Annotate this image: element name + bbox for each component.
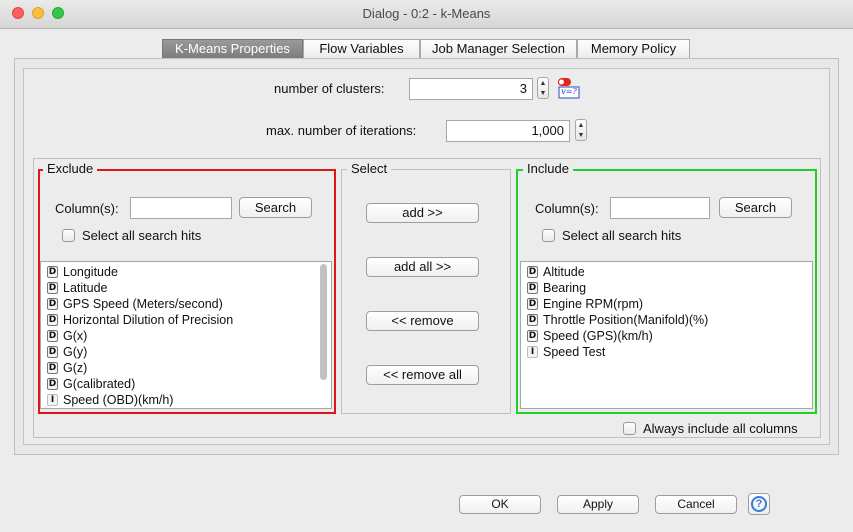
- list-item[interactable]: D Horizontal Dilution of Precision: [41, 312, 331, 328]
- double-type-icon: D: [527, 314, 538, 326]
- include-select-all-label: Select all search hits: [562, 228, 682, 243]
- iterations-label: max. number of iterations:: [266, 123, 417, 138]
- add-all-button[interactable]: add all >>: [366, 257, 479, 277]
- list-item-label: Throttle Position(Manifold)(%): [543, 313, 709, 327]
- remove-button[interactable]: << remove: [366, 311, 479, 331]
- double-type-icon: D: [47, 266, 58, 278]
- include-columns-label: Column(s):: [535, 201, 599, 216]
- clusters-spinner[interactable]: ▲ ▼: [537, 77, 549, 99]
- ok-button[interactable]: OK: [459, 495, 541, 514]
- flow-variable-button[interactable]: v=?: [557, 77, 580, 99]
- clusters-label: number of clusters:: [274, 81, 385, 96]
- double-type-icon: D: [527, 330, 538, 342]
- include-list[interactable]: D Altitude D Bearing D Engine RPM(rpm) D Thr…: [520, 261, 813, 409]
- list-item-label: G(z): [63, 361, 88, 375]
- remove-all-button[interactable]: << remove all: [366, 365, 479, 385]
- list-item[interactable]: D Altitude: [521, 264, 812, 280]
- list-item[interactable]: I Speed Test: [521, 344, 812, 360]
- double-type-icon: D: [527, 282, 538, 294]
- help-button[interactable]: ?: [748, 493, 770, 515]
- list-item[interactable]: D G(y): [41, 344, 331, 360]
- list-item-label: Altitude: [543, 265, 585, 279]
- list-item-label: Bearing: [543, 281, 587, 295]
- exclude-search-input[interactable]: [130, 197, 232, 219]
- list-item[interactable]: D Longitude: [41, 264, 331, 280]
- list-item[interactable]: D Throttle Position(Manifold)(%): [521, 312, 812, 328]
- tab-memory-policy[interactable]: Memory Policy: [577, 39, 690, 59]
- always-include-checkbox[interactable]: [623, 422, 636, 435]
- select-title: Select: [347, 162, 392, 176]
- add-button[interactable]: add >>: [366, 203, 479, 223]
- spinner-up-icon[interactable]: ▲: [540, 80, 547, 87]
- double-type-icon: D: [47, 378, 58, 390]
- exclude-search-button[interactable]: Search: [239, 197, 312, 218]
- list-item[interactable]: D Engine RPM(rpm): [521, 296, 812, 312]
- flow-variable-badge: v=?: [561, 87, 577, 96]
- spinner-down-icon[interactable]: ▼: [578, 132, 585, 139]
- window-title: Dialog - 0:2 - k-Means: [362, 6, 491, 21]
- list-item-label: Speed (OBD)(km/h): [63, 393, 174, 407]
- exclude-select-all-checkbox[interactable]: [62, 229, 75, 242]
- double-type-icon: D: [47, 298, 58, 310]
- iterations-spinner[interactable]: ▲ ▼: [575, 119, 587, 141]
- double-type-icon: D: [47, 362, 58, 374]
- list-item-label: Horizontal Dilution of Precision: [63, 313, 234, 327]
- include-search-button[interactable]: Search: [719, 197, 792, 218]
- double-type-icon: D: [47, 314, 58, 326]
- apply-button[interactable]: Apply: [557, 495, 639, 514]
- double-type-icon: D: [47, 282, 58, 294]
- always-include-label: Always include all columns: [643, 421, 798, 436]
- tab-flow-variables[interactable]: Flow Variables: [303, 39, 420, 59]
- iterations-input[interactable]: 1,000: [446, 120, 570, 142]
- include-search-input[interactable]: [610, 197, 710, 219]
- spinner-down-icon[interactable]: ▼: [540, 90, 547, 97]
- list-item[interactable]: D G(calibrated): [41, 376, 331, 392]
- list-item-label: Longitude: [63, 265, 118, 279]
- exclude-list-scrollbar[interactable]: [320, 264, 327, 380]
- exclude-columns-label: Column(s):: [55, 201, 119, 216]
- list-item-label: Engine RPM(rpm): [543, 297, 644, 311]
- list-item-label: G(y): [63, 345, 88, 359]
- tab-job-manager-selection[interactable]: Job Manager Selection: [420, 39, 577, 59]
- list-item[interactable]: D G(x): [41, 328, 331, 344]
- exclude-select-all-label: Select all search hits: [82, 228, 202, 243]
- clusters-input[interactable]: 3: [409, 78, 533, 100]
- double-type-icon: D: [47, 346, 58, 358]
- list-item-label: Latitude: [63, 281, 108, 295]
- list-item-label: GPS Speed (Meters/second): [63, 297, 223, 311]
- list-item-label: G(x): [63, 329, 88, 343]
- double-type-icon: D: [47, 330, 58, 342]
- integer-type-icon: I: [527, 346, 538, 358]
- integer-type-icon: I: [47, 394, 58, 406]
- exclude-title: Exclude: [43, 162, 98, 176]
- tab-kmeans-properties[interactable]: K-Means Properties: [162, 39, 303, 59]
- spinner-up-icon[interactable]: ▲: [578, 122, 585, 129]
- list-item[interactable]: D Latitude: [41, 280, 331, 296]
- exclude-list[interactable]: D Longitude D Latitude D GPS Speed (Meters/…: [40, 261, 332, 409]
- double-type-icon: D: [527, 266, 538, 278]
- list-item-label: G(calibrated): [63, 377, 136, 391]
- list-item[interactable]: D GPS Speed (Meters/second): [41, 296, 331, 312]
- list-item[interactable]: I Speed (OBD)(km/h): [41, 392, 331, 408]
- list-item[interactable]: D Speed (GPS)(km/h): [521, 328, 812, 344]
- include-title: Include: [523, 162, 573, 176]
- list-item-label: Speed Test: [543, 345, 606, 359]
- list-item[interactable]: D Bearing: [521, 280, 812, 296]
- list-item[interactable]: D G(z): [41, 360, 331, 376]
- double-type-icon: D: [527, 298, 538, 310]
- include-select-all-checkbox[interactable]: [542, 229, 555, 242]
- help-icon: ?: [751, 496, 767, 512]
- cancel-button[interactable]: Cancel: [655, 495, 737, 514]
- list-item-label: Speed (GPS)(km/h): [543, 329, 653, 343]
